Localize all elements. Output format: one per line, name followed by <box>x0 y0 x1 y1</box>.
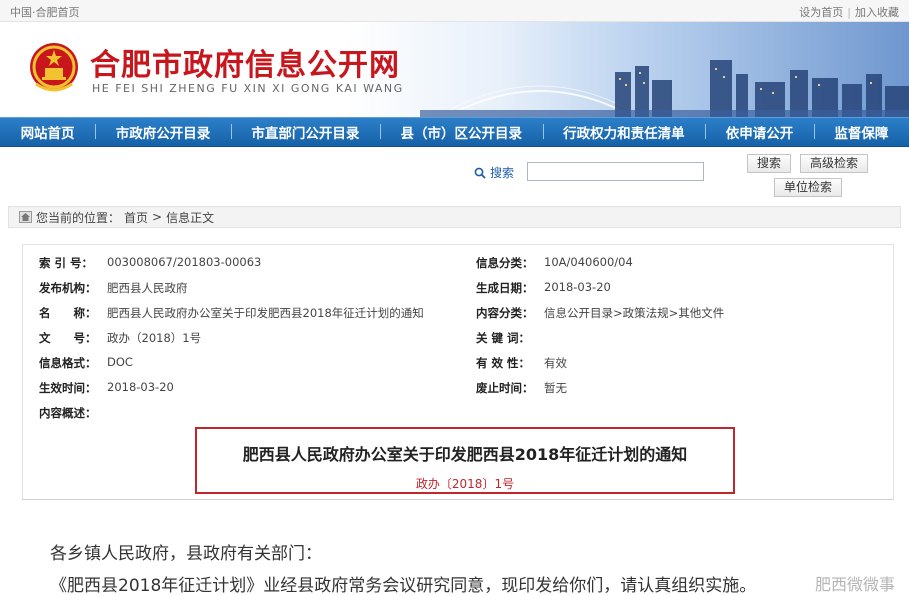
top-utility-bar: 中国·合肥首页 设为首页 | 加入收藏 <box>0 0 909 22</box>
meta-row: 索 引 号： 003008067/201803-00063 信息分类： 10A/… <box>23 255 895 280</box>
unit-search-button[interactable]: 单位检索 <box>774 178 842 197</box>
search-label: 搜索 <box>490 166 515 180</box>
meta-key: 有 效 性： <box>476 356 531 370</box>
meta-key: 废止时间： <box>476 381 534 395</box>
document-salutation: 各乡镇人民政府，县政府有关部门： <box>50 544 322 564</box>
meta-row: 信息格式： DOC 有 效 性： 有效 <box>23 355 895 380</box>
set-home-link[interactable]: 设为首页 <box>799 6 843 19</box>
site-pinyin: HE FEI SHI ZHENG FU XIN XI GONG KAI WANG <box>92 82 404 95</box>
meta-value: DOC <box>107 355 133 369</box>
meta-value: 暂无 <box>544 381 567 395</box>
search-label-group: 搜索 <box>474 164 514 181</box>
nav-item-power-list[interactable]: 行政权力和责任清单 <box>542 122 706 142</box>
meta-key: 生效时间： <box>39 381 97 395</box>
meta-value: 2018-03-20 <box>107 380 174 394</box>
meta-value: 有效 <box>544 356 567 370</box>
meta-row: 生效时间： 2018-03-20 废止时间： 暂无 <box>23 380 895 405</box>
document-first-line: 《肥西县2018年征迁计划》业经县政府常务会议研究同意，现印发给你们，请认真组织… <box>50 576 757 595</box>
utility-links: 设为首页 | 加入收藏 <box>799 4 899 20</box>
meta-key: 文 号： <box>39 331 97 345</box>
nav-item-city-catalog[interactable]: 市政府公开目录 <box>95 122 231 142</box>
search-input[interactable] <box>527 162 704 181</box>
breadcrumb-home[interactable]: 首页 <box>124 209 148 226</box>
meta-value: 政办（2018）1号 <box>107 331 202 345</box>
breadcrumb-prefix: 您当前的位置： <box>36 210 121 225</box>
meta-value: 10A/040600/04 <box>544 255 633 269</box>
meta-value: 信息公开目录>政策法规>其他文件 <box>544 306 725 320</box>
nav-item-request-disclosure[interactable]: 依申请公开 <box>705 122 814 142</box>
document-number: 政办〔2018〕1号 <box>415 477 515 491</box>
nav-item-county-catalog[interactable]: 县（市）区公开目录 <box>379 122 543 142</box>
meta-key: 信息分类： <box>476 256 534 270</box>
meta-row: 名 称： 肥西县人民政府办公室关于印发肥西县2018年征迁计划的通知 内容分类：… <box>23 305 895 330</box>
main-nav: 网站首页 市政府公开目录 市直部门公开目录 县（市）区公开目录 行政权力和责任清… <box>0 117 909 147</box>
nav-item-department-catalog[interactable]: 市直部门公开目录 <box>230 122 380 142</box>
site-title: 合肥市政府信息公开网 <box>90 48 400 83</box>
meta-value: 肥西县人民政府办公室关于印发肥西县2018年征迁计划的通知 <box>107 306 424 320</box>
meta-value: 003008067/201803-00063 <box>107 255 262 269</box>
home-link[interactable]: 中国·合肥首页 <box>10 4 80 20</box>
national-emblem-logo <box>30 43 78 92</box>
advanced-search-button[interactable]: 高级检索 <box>800 154 868 173</box>
nav-item-home[interactable]: 网站首页 <box>0 122 95 142</box>
breadcrumb-arrow: > <box>152 210 163 224</box>
search-button[interactable]: 搜索 <box>747 154 791 173</box>
meta-key: 发布机构： <box>39 281 97 295</box>
meta-key: 内容分类： <box>476 306 534 320</box>
meta-row: 发布机构： 肥西县人民政府 生成日期： 2018-03-20 <box>23 280 895 305</box>
meta-row: 文 号： 政办（2018）1号 关 键 词： <box>23 330 895 355</box>
document-title: 肥西县人民政府办公室关于印发肥西县2018年征迁计划的通知 <box>242 445 688 464</box>
meta-key: 内容概述： <box>39 406 97 420</box>
breadcrumb-current: 信息正文 <box>166 210 215 225</box>
search-icon <box>474 167 486 179</box>
utility-divider: | <box>847 6 851 19</box>
site-header: 合肥市政府信息公开网 HE FEI SHI ZHENG FU XIN XI GO… <box>0 22 909 117</box>
meta-key: 生成日期： <box>476 281 534 295</box>
meta-key: 索 引 号： <box>39 256 94 270</box>
meta-key: 名 称： <box>39 306 97 320</box>
document-title-box: 肥西县人民政府办公室关于印发肥西县2018年征迁计划的通知 政办〔2018〕1号 <box>195 427 735 494</box>
nav-item-supervision[interactable]: 监督保障 <box>813 122 909 142</box>
city-skyline-banner <box>420 60 909 117</box>
meta-key: 关 键 词： <box>476 331 531 345</box>
meta-value: 肥西县人民政府 <box>107 281 188 295</box>
meta-value: 2018-03-20 <box>544 280 611 294</box>
watermark-text: 肥西微微事 <box>814 575 895 594</box>
location-icon <box>19 211 32 223</box>
breadcrumb: 您当前的位置： 首页 > 信息正文 <box>8 206 901 228</box>
add-favorite-link[interactable]: 加入收藏 <box>855 6 899 19</box>
meta-key: 信息格式： <box>39 356 97 370</box>
